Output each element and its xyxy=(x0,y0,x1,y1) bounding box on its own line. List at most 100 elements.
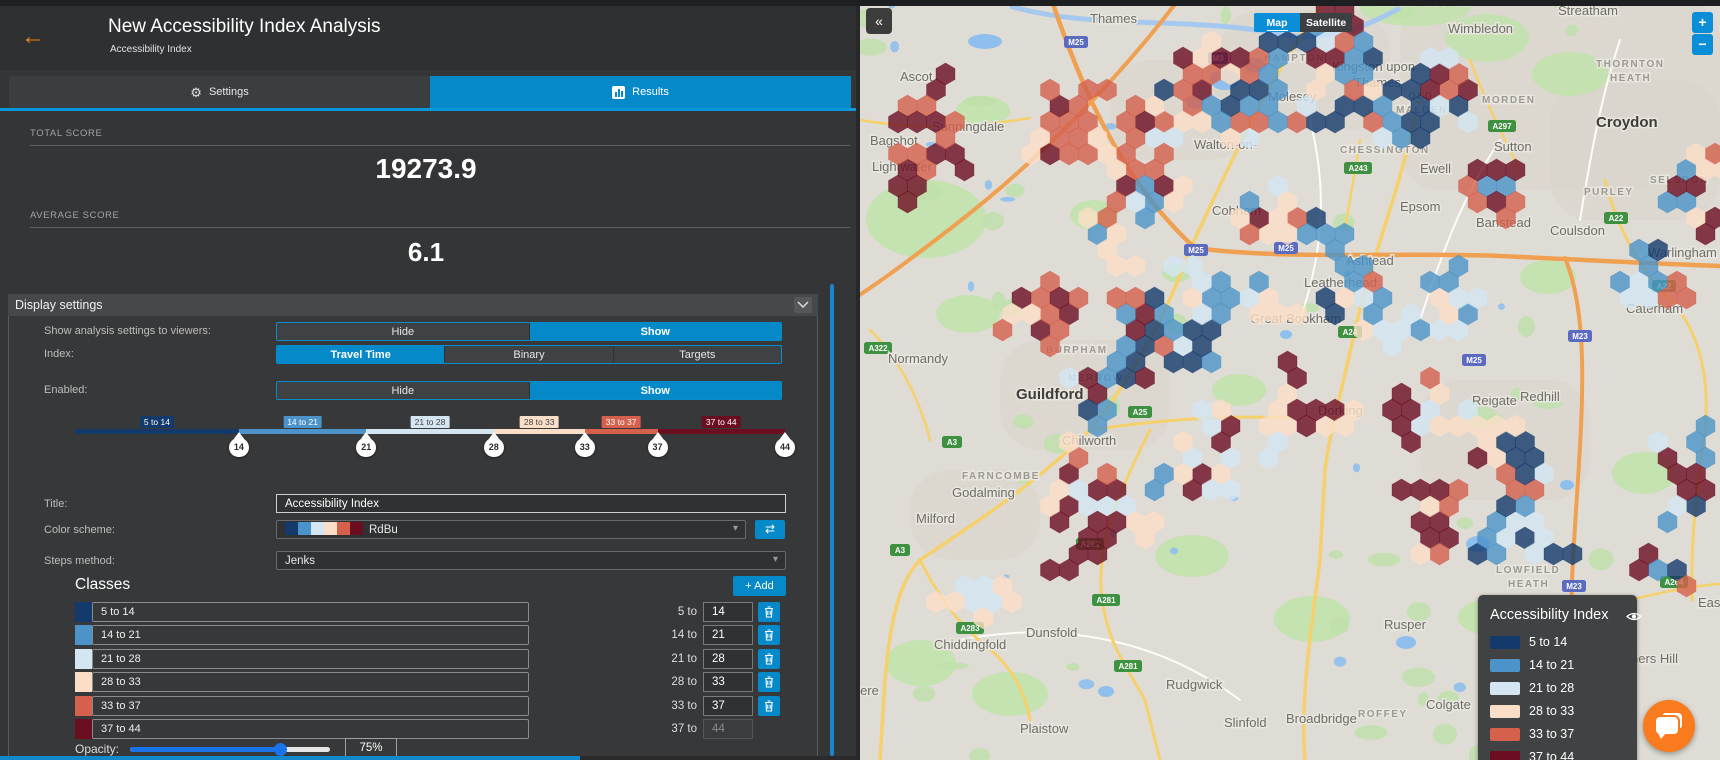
class-row: 33 to 37 33 to xyxy=(0,696,860,716)
map-label: Croydon xyxy=(1596,114,1658,131)
toggle-group-viewer-settings: Hide Show xyxy=(276,322,782,341)
class-upper-input[interactable] xyxy=(703,649,753,669)
class-color-swatch xyxy=(75,625,92,645)
title-input[interactable] xyxy=(276,494,786,513)
class-label-box[interactable]: 5 to 14 xyxy=(92,602,529,622)
window-top-strip xyxy=(0,0,1720,6)
map-label: Guildford xyxy=(1016,386,1084,403)
horizontal-scrollbar-track[interactable] xyxy=(0,756,860,760)
chat-bubble-icon xyxy=(1656,717,1678,739)
slider-segment-3 xyxy=(366,429,494,434)
map-label: Sutton xyxy=(1494,139,1532,154)
road-badge-label: A3 xyxy=(947,438,958,447)
class-upper-input[interactable] xyxy=(703,696,753,716)
back-button[interactable]: ← xyxy=(18,22,48,52)
collapse-panel-button[interactable]: « xyxy=(866,8,892,34)
road-badge-label: M23 xyxy=(1566,582,1582,591)
chevron-down-icon[interactable] xyxy=(794,297,812,313)
vertical-scrollbar-thumb[interactable] xyxy=(830,284,834,756)
tab-settings-label: Settings xyxy=(208,86,249,98)
class-from-label: 37 to xyxy=(671,723,697,735)
slider-handle-33[interactable]: 33 xyxy=(574,432,596,460)
color-scheme-swatches xyxy=(285,521,363,538)
reverse-colors-button[interactable]: ⇄ xyxy=(755,520,785,539)
dropdown-caret-icon: ▾ xyxy=(732,523,738,534)
slider-handle-28[interactable]: 28 xyxy=(483,432,505,460)
delete-class-button[interactable] xyxy=(758,602,780,622)
map-label: LOWFIELD xyxy=(1496,565,1560,576)
slider-handle-44[interactable]: 44 xyxy=(774,432,796,460)
legend-item: 5 to 14 xyxy=(1490,635,1625,649)
tab-settings[interactable]: ⚙ Settings xyxy=(9,76,430,108)
display-settings-header[interactable]: Display settings xyxy=(8,294,818,316)
class-color-swatch xyxy=(75,672,92,692)
toggle-option-travel-time[interactable]: Travel Time xyxy=(277,346,445,363)
toggle-option-hide[interactable]: Hide xyxy=(277,323,529,340)
map-label: Broadbridge xyxy=(1286,711,1357,726)
class-label-box[interactable]: 28 to 33 xyxy=(92,672,529,692)
map-area[interactable]: M25M3M25M25M25M23M23A297A243A24A25A3A3A2… xyxy=(860,0,1720,760)
satellite-type-button[interactable]: Satellite xyxy=(1300,13,1352,32)
road-badge-label: M25 xyxy=(1068,38,1084,47)
toggle-option-targets[interactable]: Targets xyxy=(612,346,781,363)
scheme-swatch xyxy=(350,521,363,535)
class-row: 21 to 28 21 to xyxy=(0,649,860,669)
tab-results[interactable]: Results xyxy=(430,76,851,108)
legend-item: 37 to 44 xyxy=(1490,750,1625,760)
map-label: Normandy xyxy=(888,351,948,366)
slider-segment-1 xyxy=(75,429,239,434)
class-upper-input[interactable] xyxy=(703,672,753,692)
toggle-row-viewer-settings: Show analysis settings to viewers: Hide Sh… xyxy=(0,322,860,341)
slider-handle-21[interactable]: 21 xyxy=(355,432,377,460)
steps-method-label: Steps method: xyxy=(44,555,115,567)
class-upper-input[interactable] xyxy=(703,625,753,645)
map-label: Plaistow xyxy=(1020,721,1069,736)
class-label-box[interactable]: 37 to 44 xyxy=(92,719,529,739)
map-label: Rudgwick xyxy=(1166,677,1223,692)
zoom-in-button[interactable]: + xyxy=(1692,12,1713,33)
legend-item-label: 5 to 14 xyxy=(1529,635,1568,649)
color-scheme-label: Color scheme: xyxy=(44,524,115,536)
legend-item-label: 21 to 28 xyxy=(1529,681,1575,695)
average-score-value: 6.1 xyxy=(407,237,445,267)
zoom-out-button[interactable]: − xyxy=(1692,34,1713,55)
active-tab-indicator xyxy=(0,108,860,111)
class-label-box[interactable]: 21 to 28 xyxy=(92,649,529,669)
delete-class-button[interactable] xyxy=(758,649,780,669)
chat-widget-button[interactable] xyxy=(1643,700,1695,752)
map-label: Milford xyxy=(916,511,955,526)
road-badge-label: A22 xyxy=(1609,214,1624,223)
toggle-option-binary[interactable]: Binary xyxy=(444,346,613,363)
steps-method-select[interactable]: Jenks ▾ xyxy=(276,551,786,570)
class-label-box[interactable]: 14 to 21 xyxy=(92,625,529,645)
class-from-label: 28 to xyxy=(671,676,697,688)
slider-handle-37[interactable]: 37 xyxy=(647,432,669,460)
toggle-option-show[interactable]: Show xyxy=(528,323,781,340)
map-label: Ewell xyxy=(1420,161,1451,176)
horizontal-scrollbar-thumb[interactable] xyxy=(0,756,580,760)
toggle-label-viewer-settings: Show analysis settings to viewers: xyxy=(44,325,211,337)
map-type-button[interactable]: Map xyxy=(1254,13,1300,32)
legend-item: 33 to 37 xyxy=(1490,727,1625,741)
road-badge-label: A281 xyxy=(1118,662,1138,671)
delete-class-button[interactable] xyxy=(758,672,780,692)
toggle-option-hide[interactable]: Hide xyxy=(277,382,529,399)
scheme-swatch xyxy=(324,521,337,535)
delete-class-button[interactable] xyxy=(758,625,780,645)
map-label: Slinfold xyxy=(1224,715,1267,730)
color-scheme-select[interactable]: RdBu ▾ xyxy=(276,520,746,539)
map-label: Thames xyxy=(1090,11,1137,26)
scheme-swatch xyxy=(311,521,324,535)
delete-class-button[interactable] xyxy=(758,696,780,716)
slider-handle-14[interactable]: 14 xyxy=(228,432,250,460)
slider-segment-chip: 5 to 14 xyxy=(139,416,174,428)
add-class-button[interactable]: + Add xyxy=(733,576,786,596)
toggle-option-show[interactable]: Show xyxy=(528,382,781,399)
map-label: HEATH xyxy=(1610,73,1651,84)
page-subtitle: Accessibility Index xyxy=(110,44,192,55)
class-label-box[interactable]: 33 to 37 xyxy=(92,696,529,716)
class-upper-input[interactable] xyxy=(703,602,753,622)
opacity-value: 75% xyxy=(345,738,397,758)
opacity-slider-thumb[interactable] xyxy=(274,743,287,756)
opacity-slider[interactable] xyxy=(130,743,330,756)
